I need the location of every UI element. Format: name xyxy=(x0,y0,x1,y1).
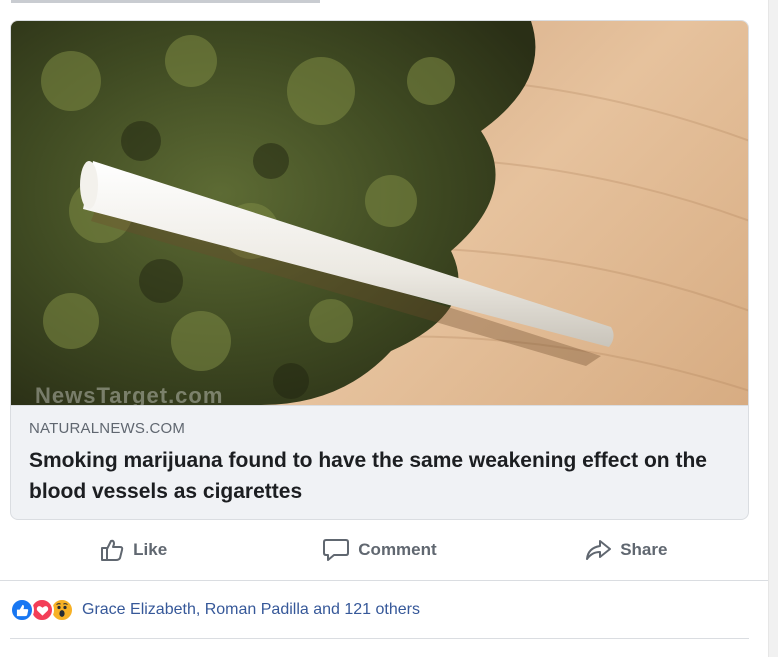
article-preview-image[interactable]: NewsTarget.com xyxy=(11,21,748,405)
marijuana-joint-illustration xyxy=(11,21,748,405)
previous-content-edge xyxy=(11,0,320,3)
post-actions: Like Comment Share xyxy=(10,525,749,575)
reactions-summary[interactable]: Grace Elizabeth, Roman Padilla and 121 o… xyxy=(10,595,420,625)
wow-icon xyxy=(56,603,68,617)
scrollbar[interactable] xyxy=(768,0,778,657)
comment-bubble-icon xyxy=(323,539,350,561)
link-preview-card[interactable]: NewsTarget.com NATURALNEWS.COM Smoking m… xyxy=(10,20,749,520)
love-icon xyxy=(36,605,48,616)
link-title[interactable]: Smoking marijuana found to have the same… xyxy=(29,445,730,507)
reaction-names-link[interactable]: Grace Elizabeth, Roman Padilla and 121 o… xyxy=(82,601,420,619)
image-watermark: NewsTarget.com xyxy=(35,383,224,405)
comments-divider xyxy=(10,638,749,639)
like-label: Like xyxy=(133,540,168,559)
share-button[interactable]: Share xyxy=(503,538,749,562)
comment-label: Comment xyxy=(358,540,437,559)
like-icon xyxy=(16,604,28,616)
share-label: Share xyxy=(620,540,668,559)
share-arrow-icon xyxy=(586,540,612,560)
comment-button[interactable]: Comment xyxy=(256,537,502,563)
link-domain: NATURALNEWS.COM xyxy=(29,420,186,437)
thumbs-up-icon xyxy=(101,539,124,561)
actions-divider xyxy=(0,580,768,581)
link-meta[interactable]: NATURALNEWS.COM Smoking marijuana found … xyxy=(11,405,748,519)
like-button[interactable]: Like xyxy=(10,538,256,562)
like-reaction-icon[interactable] xyxy=(10,598,34,622)
